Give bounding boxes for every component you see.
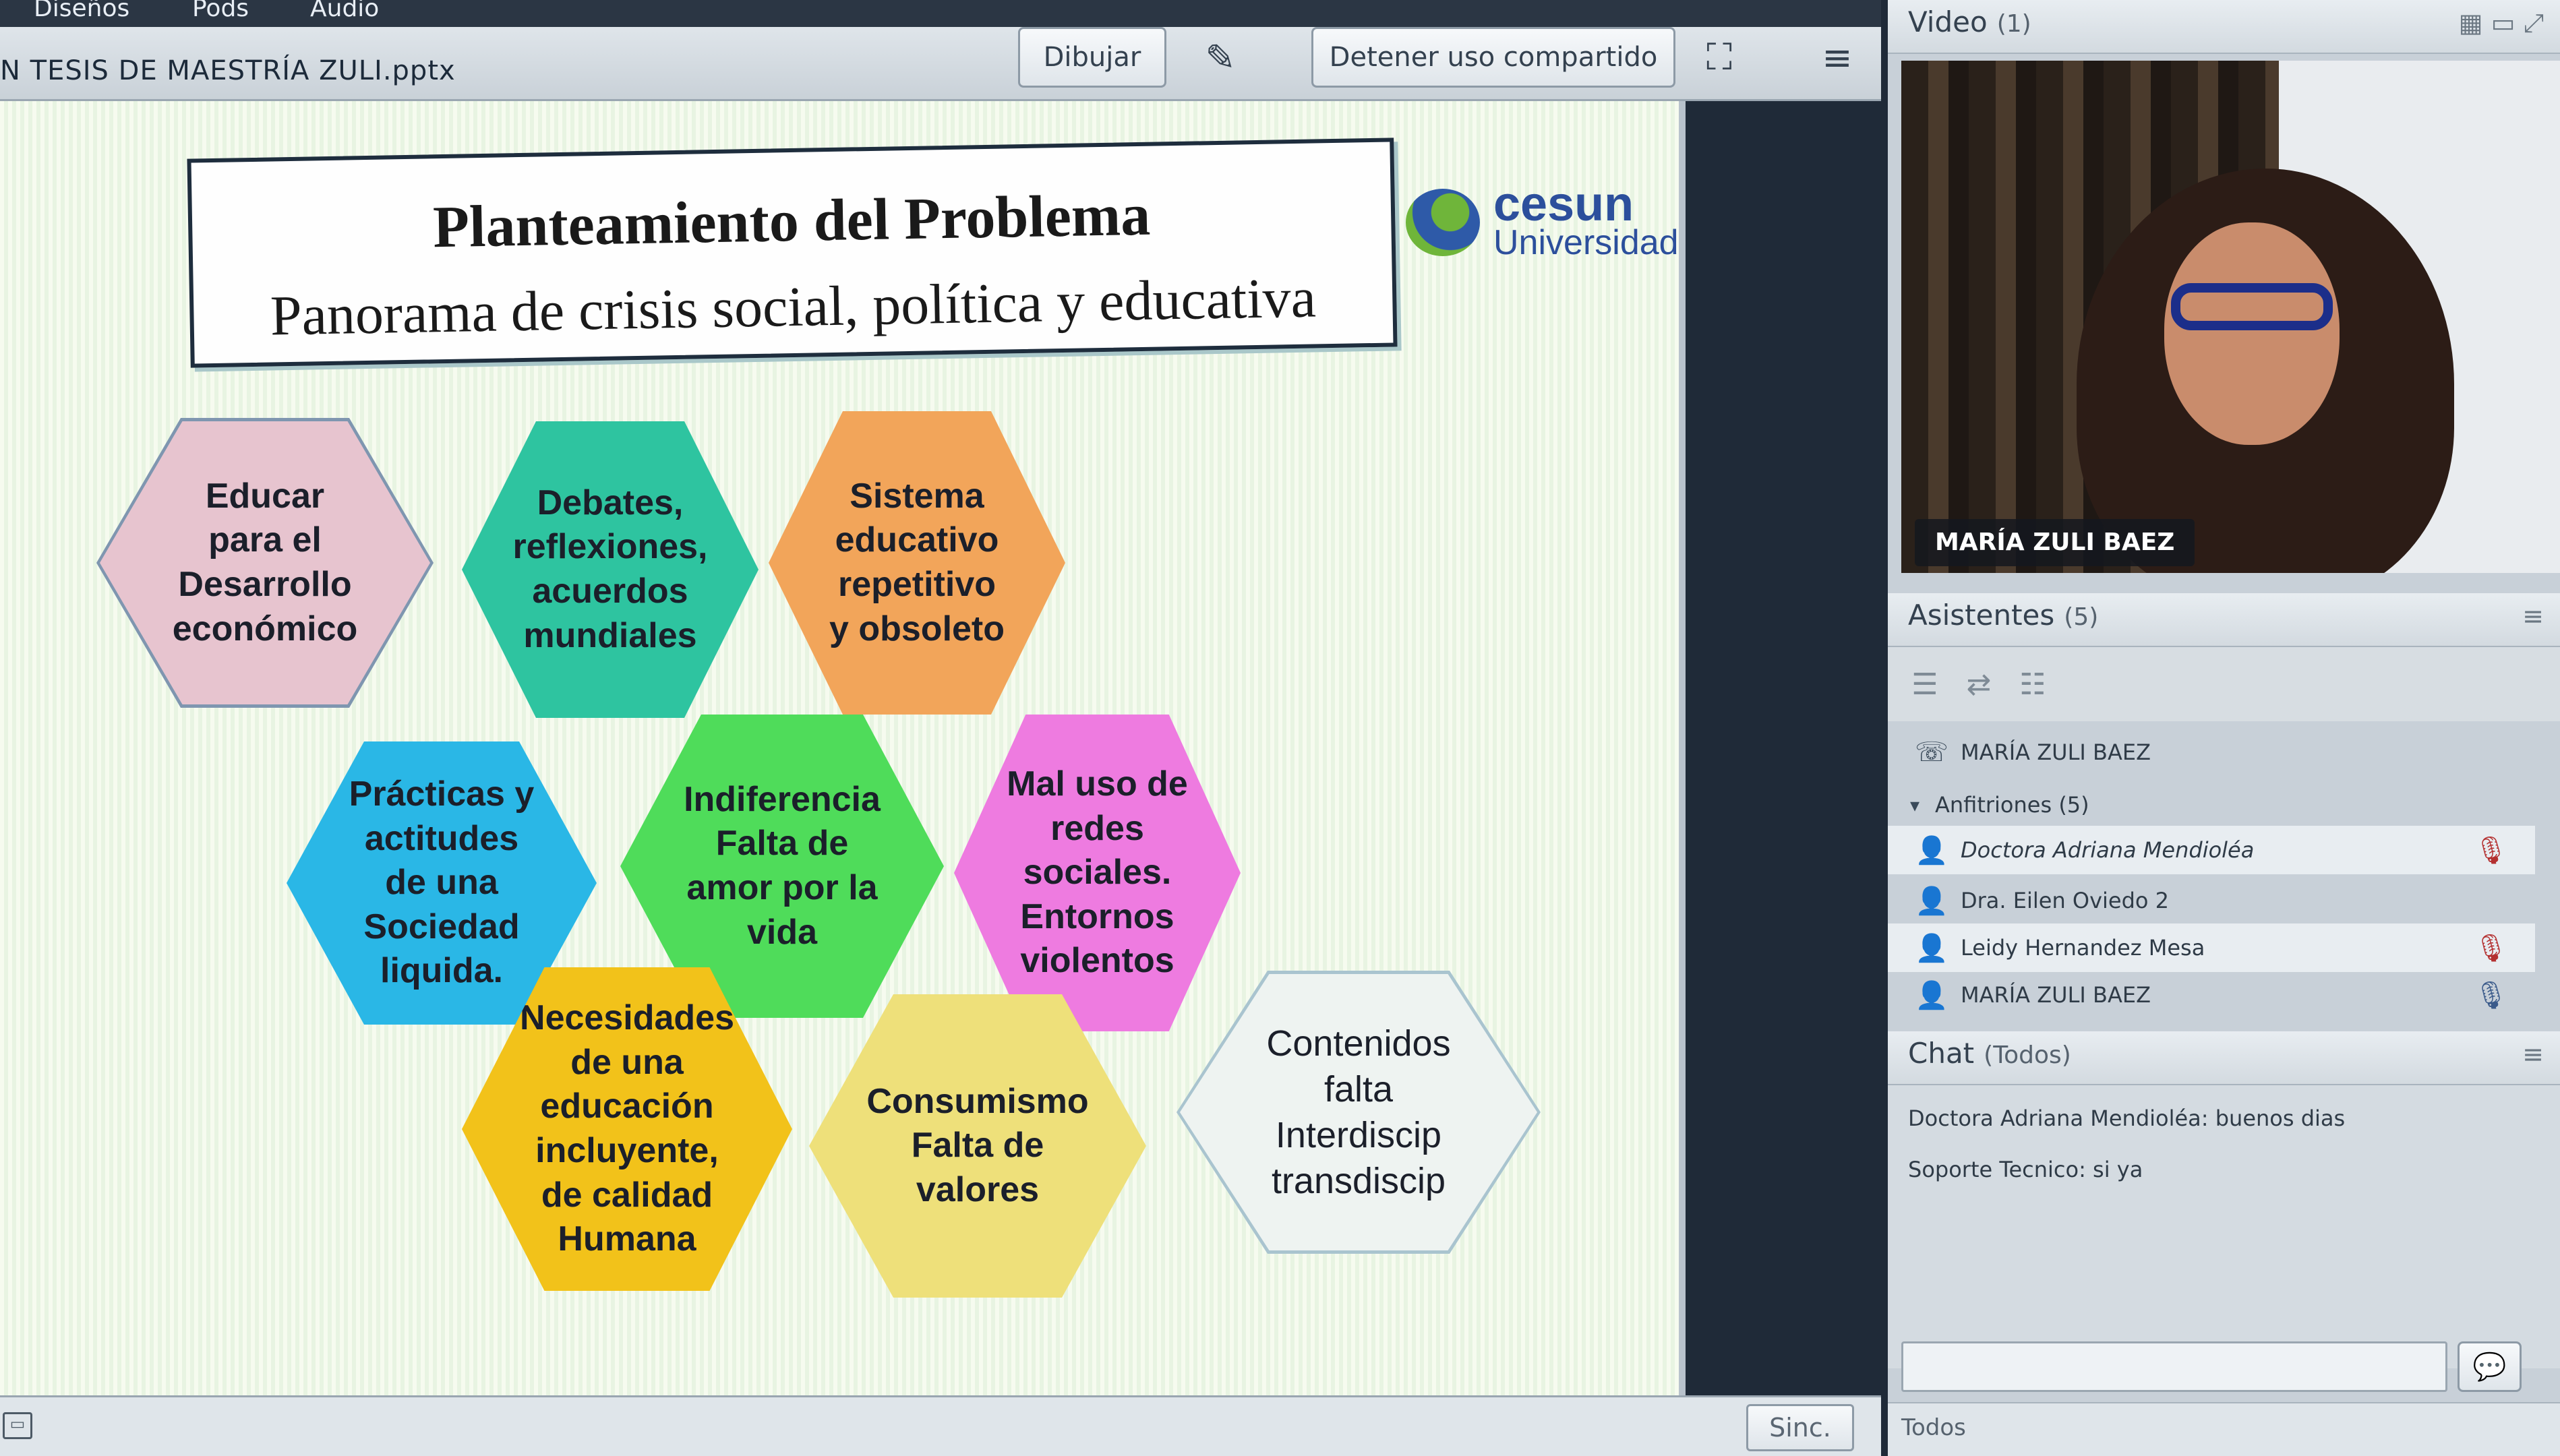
mic-off-icon: 🎙 <box>2474 835 2508 866</box>
chat-pod-menu-icon[interactable]: ≡ <box>2522 1039 2544 1069</box>
slide-subtitle: Panorama de crisis social, política y ed… <box>270 266 1317 348</box>
host-row[interactable]: 👤 Leidy Hernandez Mesa 🎙 <box>1888 923 2535 972</box>
cesun-logo-mark <box>1406 189 1480 256</box>
share-toolbar: N TESIS DE MAESTRÍA ZULI.pptx Dibujar ✎ … <box>0 27 1881 101</box>
speaker-glasses <box>2171 283 2333 330</box>
menu-item-audio[interactable]: Audio <box>310 0 379 22</box>
video-count: (1) <box>1996 10 2031 38</box>
phone-icon: ☏ <box>1915 737 1949 768</box>
sync-button[interactable]: Sinc. <box>1746 1404 1854 1451</box>
chat-input[interactable] <box>1901 1341 2447 1392</box>
host-row[interactable]: 👤 Doctora Adriana Mendioléa 🎙 <box>1888 826 2535 874</box>
hex-sistema: Sistema educativo repetitivo y obsoleto <box>769 411 1065 715</box>
user-icon: 👤 <box>1915 885 1948 917</box>
presenter-row[interactable]: ☏ MARÍA ZULI BAEZ <box>1888 728 2535 777</box>
hex-mal-uso-text: Mal uso de redes sociales. Entornos viol… <box>1007 764 1188 981</box>
video-pod-title: Video (1) <box>1908 5 2031 38</box>
host-name: Doctora Adriana Mendioléa <box>1961 837 2255 863</box>
attendees-pod-menu-icon[interactable]: ≡ <box>2522 601 2544 631</box>
chat-messages: Doctora Adriana Mendioléa: buenos dias S… <box>1888 1085 2560 1368</box>
chat-target-selector[interactable]: Todos <box>1901 1414 1966 1441</box>
hex-consumismo: Consumismo Falta de valores <box>809 994 1146 1298</box>
stop-sharing-button[interactable]: Detener uso compartido <box>1311 27 1675 88</box>
webcam-video: MARÍA ZULI BAEZ <box>1901 61 2560 573</box>
user-icon: 👤 <box>1915 932 1948 964</box>
attendees-pod-title: Asistentes (5) <box>1908 599 2098 632</box>
hosts-group-label: Anfitriones (5) <box>1935 792 2089 818</box>
share-background <box>1679 101 1686 1395</box>
chat-pod-header: Chat (Todos) ≡ <box>1888 1031 2560 1085</box>
host-name: Dra. Eilen Oviedo 2 <box>1961 888 2170 913</box>
mic-off-icon: 🎙 <box>2474 932 2508 964</box>
user-icon: 👤 <box>1915 979 1948 1011</box>
attendees-pod-header: Asistentes (5) ≡ <box>1888 593 2560 647</box>
hex-contenidos-text: Contenidos falta Interdiscip transdiscip <box>1266 1023 1451 1202</box>
hex-contenidos: Contenidos falta Interdiscip transdiscip <box>1180 974 1537 1250</box>
cesun-logo: cesun Universidad <box>1406 177 1682 263</box>
chat-message: Doctora Adriana Mendioléa: buenos dias <box>1908 1105 2346 1131</box>
hex-mal-uso: Mal uso de redes sociales. Entornos viol… <box>954 715 1241 1031</box>
chat-send-icon[interactable]: 💬 <box>2458 1341 2522 1392</box>
share-status-bar: ▭ Sinc. <box>0 1395 1881 1456</box>
attendees-count: (5) <box>2064 603 2099 631</box>
video-pod-header: Video (1) ▦ ▭ ⤢ <box>1888 0 2560 54</box>
host-row[interactable]: 👤 MARÍA ZULI BAEZ 🎙 <box>1888 971 2535 1019</box>
hex-indiferencia-text: Indiferencia Falta de amor por la vida <box>684 779 881 952</box>
hosts-group-row[interactable]: ▾ Anfitriones (5) <box>1888 781 2535 829</box>
user-icon: 👤 <box>1915 835 1948 866</box>
pointer-icon[interactable]: ✎ <box>1190 28 1251 86</box>
menu-bar: Diseños Pods Audio <box>0 0 1881 27</box>
chat-message: Soporte Tecnico: si ya <box>1908 1157 2143 1182</box>
attendees-toolbar: ☰ ⇄ ☷ <box>1888 647 2560 721</box>
video-layout-icon[interactable]: ▦ ▭ ⤢ <box>2459 8 2544 38</box>
fullscreen-icon[interactable]: ⛶ <box>1689 28 1750 86</box>
video-title: Video <box>1908 5 1988 38</box>
host-name: MARÍA ZULI BAEZ <box>1961 982 2151 1008</box>
speaker-face <box>2164 222 2340 445</box>
shared-screen-area: cesun Universidad Planteamiento del Prob… <box>0 101 1686 1395</box>
hex-consumismo-text: Consumismo Falta de valores <box>866 1081 1089 1209</box>
host-row[interactable]: 👤 Dra. Eilen Oviedo 2 <box>1888 876 2535 925</box>
hex-educar-text: Educar para el Desarrollo económico <box>172 476 358 648</box>
hex-educar: Educar para el Desarrollo económico <box>100 421 430 704</box>
chat-scope: (Todos) <box>1984 1041 2071 1069</box>
hex-practicas-text: Prácticas y actitudes de una Sociedad li… <box>349 775 535 991</box>
chat-footer: Todos <box>1888 1402 2560 1456</box>
chat-title: Chat <box>1908 1037 1975 1070</box>
expand-arrow-icon[interactable]: ▾ <box>1901 794 1928 816</box>
breakout-icon[interactable]: ⇄ <box>1955 661 2002 708</box>
chat-pod-title: Chat (Todos) <box>1908 1037 2071 1070</box>
display-icon[interactable]: ▭ <box>3 1412 32 1439</box>
hex-sistema-text: Sistema educativo repetitivo y obsoleto <box>829 476 1005 648</box>
hex-debates-text: Debates, reflexiones, acuerdos mundiales <box>512 483 708 655</box>
speaker-name-label: MARÍA ZULI BAEZ <box>1915 519 2195 566</box>
shared-file-name: N TESIS DE MAESTRÍA ZULI.pptx <box>0 55 456 86</box>
menu-icon[interactable]: ≡ <box>1807 28 1868 86</box>
host-name: Leidy Hernandez Mesa <box>1961 935 2205 961</box>
presenter-name: MARÍA ZULI BAEZ <box>1961 739 2151 765</box>
mic-on-icon: 🎙 <box>2474 979 2508 1011</box>
list-view-icon[interactable]: ☰ <box>1901 661 1948 708</box>
draw-button[interactable]: Dibujar <box>1018 27 1166 88</box>
status-icon[interactable]: ☷ <box>2009 661 2056 708</box>
slide-title-box: Planteamiento del Problema Panorama de c… <box>187 138 1398 368</box>
menu-item-pods[interactable]: Pods <box>192 0 249 22</box>
hex-necesidades-text: Necesidades de una educación incluyente,… <box>520 998 734 1259</box>
slide-title: Planteamiento del Problema <box>432 182 1151 261</box>
right-panel: Video (1) ▦ ▭ ⤢ MARÍA ZULI BAEZ Asistente… <box>1888 0 2560 1456</box>
attendees-title: Asistentes <box>1908 599 2055 632</box>
presentation-slide: cesun Universidad Planteamiento del Prob… <box>0 101 1679 1395</box>
logo-sub: Universidad <box>1493 223 1679 262</box>
hex-debates: Debates, reflexiones, acuerdos mundiales <box>462 421 758 718</box>
menu-item-disenos[interactable]: Diseños <box>34 0 129 22</box>
